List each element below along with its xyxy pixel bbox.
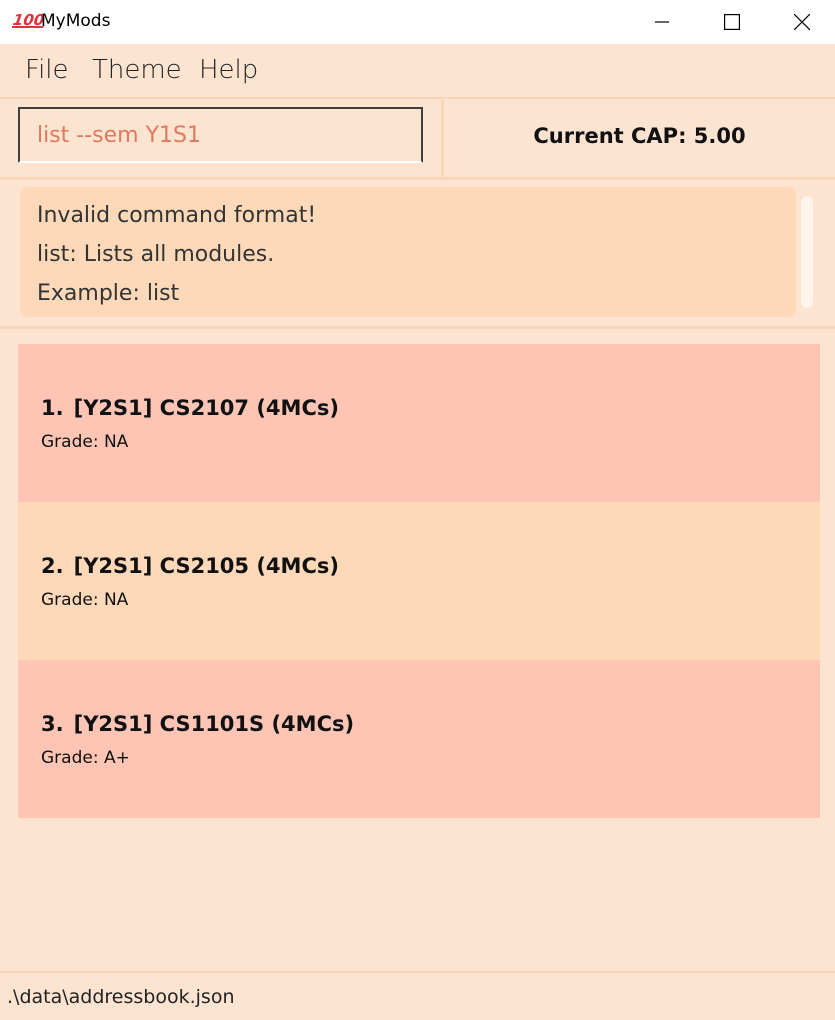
hundred-points-icon: 100 bbox=[11, 11, 46, 29]
module-index: 2. bbox=[41, 554, 64, 578]
module-title: 3. [Y2S1] CS1101S (4MCs) bbox=[41, 712, 354, 736]
command-row: Current CAP: 5.00 bbox=[0, 99, 835, 180]
close-icon bbox=[794, 14, 810, 30]
module-title: 1. [Y2S1] CS2107 (4MCs) bbox=[41, 396, 339, 420]
maximize-button[interactable] bbox=[697, 0, 767, 44]
command-input[interactable] bbox=[20, 109, 421, 161]
module-name: [Y2S1] CS2105 (4MCs) bbox=[73, 554, 339, 578]
result-box[interactable]: Invalid command format! list: Lists all … bbox=[20, 187, 796, 317]
module-title: 2. [Y2S1] CS2105 (4MCs) bbox=[41, 554, 339, 578]
minimize-button[interactable] bbox=[627, 0, 697, 44]
module-card[interactable]: 1. [Y2S1] CS2107 (4MCs) Grade: NA bbox=[18, 344, 820, 502]
minimize-icon bbox=[655, 21, 669, 23]
result-line: Example: list bbox=[37, 281, 180, 306]
menu-bar: File Theme Help bbox=[0, 44, 835, 99]
module-list: 1. [Y2S1] CS2107 (4MCs) Grade: NA 2. [Y2S1… bbox=[18, 344, 820, 818]
maximize-icon bbox=[724, 14, 740, 30]
storage-path: .\data\addressbook.json bbox=[7, 986, 235, 1008]
title-bar: 100 MyMods bbox=[0, 0, 835, 44]
result-scrollbar[interactable] bbox=[801, 196, 813, 308]
close-button[interactable] bbox=[767, 0, 835, 44]
module-card[interactable]: 2. [Y2S1] CS2105 (4MCs) Grade: NA bbox=[18, 502, 820, 660]
module-grade: Grade: A+ bbox=[41, 748, 130, 768]
result-display: Invalid command format! list: Lists all … bbox=[0, 180, 835, 329]
result-line: list: Lists all modules. bbox=[37, 242, 275, 267]
current-cap-label: Current CAP: 5.00 bbox=[533, 124, 746, 148]
status-bar: .\data\addressbook.json bbox=[0, 971, 835, 1020]
module-name: [Y2S1] CS1101S (4MCs) bbox=[73, 712, 355, 736]
menu-file[interactable]: File bbox=[25, 55, 69, 85]
module-name: [Y2S1] CS2107 (4MCs) bbox=[73, 396, 339, 420]
result-line: Invalid command format! bbox=[37, 203, 317, 228]
menu-theme[interactable]: Theme bbox=[92, 55, 182, 85]
module-index: 1. bbox=[41, 396, 64, 420]
command-box[interactable] bbox=[18, 107, 423, 163]
menu-help[interactable]: Help bbox=[199, 55, 258, 85]
module-grade: Grade: NA bbox=[41, 590, 129, 610]
module-index: 3. bbox=[41, 712, 64, 736]
window-title: MyMods bbox=[41, 11, 111, 31]
module-grade: Grade: NA bbox=[41, 432, 129, 452]
module-card[interactable]: 3. [Y2S1] CS1101S (4MCs) Grade: A+ bbox=[18, 660, 820, 818]
